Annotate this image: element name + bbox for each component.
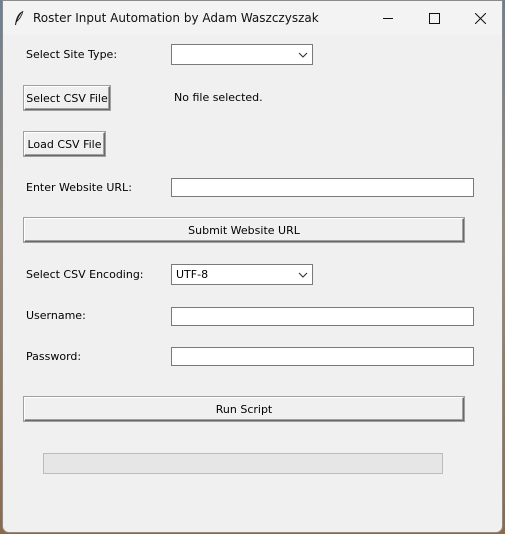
feather-icon xyxy=(15,10,24,25)
password-label: Password: xyxy=(26,350,82,363)
csv-encoding-value: UTF-8 xyxy=(176,268,209,281)
select-csv-button[interactable]: Select CSV File xyxy=(24,86,110,110)
minimize-button[interactable] xyxy=(365,1,411,35)
website-url-input[interactable] xyxy=(171,178,474,197)
submit-website-url-button[interactable]: Submit Website URL xyxy=(24,218,464,242)
csv-encoding-dropdown[interactable]: UTF-8 xyxy=(171,264,313,285)
file-status-text: No file selected. xyxy=(174,91,263,104)
username-label: Username: xyxy=(26,309,86,322)
title-bar[interactable]: Roster Input Automation by Adam Waszczys… xyxy=(3,1,502,35)
window-title: Roster Input Automation by Adam Waszczys… xyxy=(33,11,319,25)
load-csv-button[interactable]: Load CSV File xyxy=(24,132,105,156)
username-input[interactable] xyxy=(171,307,474,326)
close-button[interactable] xyxy=(457,1,502,35)
maximize-icon xyxy=(428,12,440,24)
csv-encoding-label: Select CSV Encoding: xyxy=(26,268,144,281)
run-script-button[interactable]: Run Script xyxy=(24,397,464,421)
chevron-down-icon xyxy=(298,52,308,58)
minimize-icon xyxy=(382,17,393,19)
close-icon xyxy=(474,12,486,24)
password-input[interactable] xyxy=(171,347,474,366)
app-window: Roster Input Automation by Adam Waszczys… xyxy=(2,0,503,533)
site-type-label: Select Site Type: xyxy=(26,48,118,61)
progress-bar xyxy=(43,453,443,474)
website-url-label: Enter Website URL: xyxy=(26,181,132,194)
site-type-dropdown[interactable] xyxy=(171,44,313,65)
maximize-button[interactable] xyxy=(411,1,457,35)
chevron-down-icon xyxy=(298,272,308,278)
